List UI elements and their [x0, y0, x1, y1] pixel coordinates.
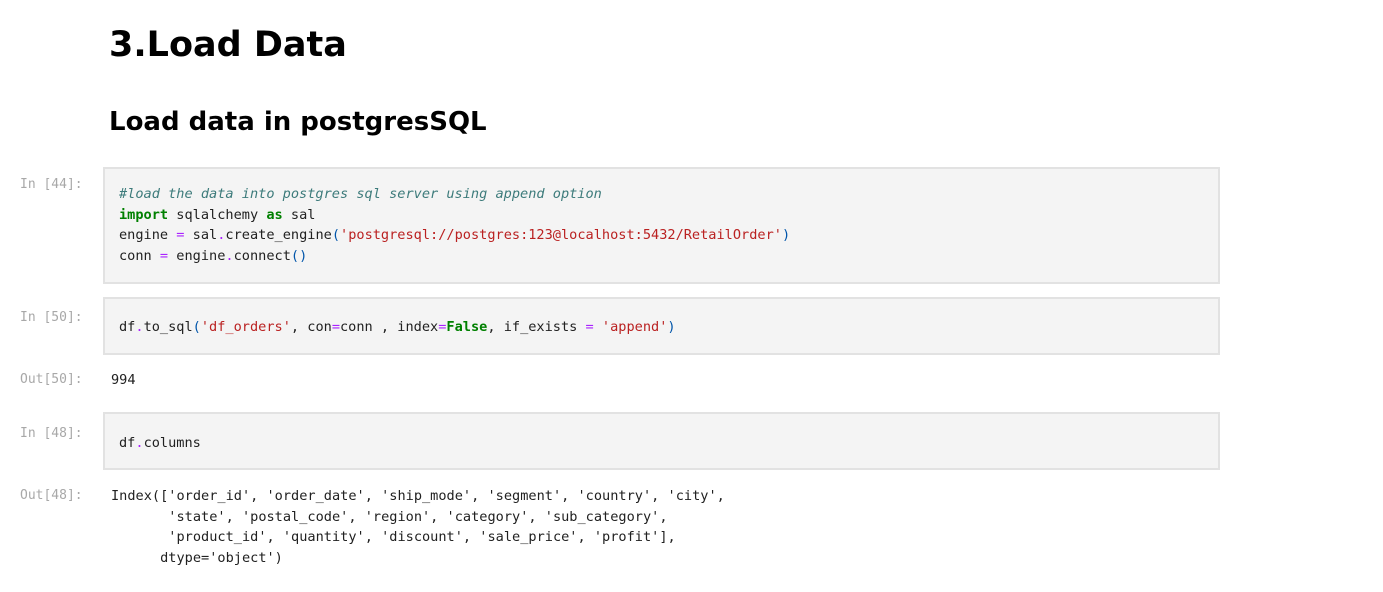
- code-token: , if_exists: [487, 319, 586, 335]
- code-cell-44[interactable]: #load the data into postgres sql server …: [103, 167, 1220, 284]
- keyword: import: [119, 206, 169, 223]
- code-token: sqlalchemy: [168, 206, 267, 223]
- code-token: conn , index: [340, 319, 439, 335]
- keyword: as: [266, 206, 283, 223]
- code-editor[interactable]: #load the data into postgres sql server …: [119, 184, 790, 266]
- input-prompt-50: In [50]:: [20, 310, 83, 325]
- paren: (: [192, 319, 201, 335]
- string-literal: 'df_orders': [200, 319, 291, 335]
- keyword: False: [446, 319, 488, 335]
- code-token: columns: [143, 435, 201, 451]
- paren: (: [331, 227, 341, 243]
- operator: =: [159, 247, 169, 264]
- paren: ): [667, 319, 676, 335]
- operator: .: [225, 247, 234, 264]
- code-comment: #load the data into postgres sql server …: [119, 186, 602, 202]
- code-token: create_engine: [225, 227, 332, 243]
- output-prompt-50: Out[50]:: [20, 372, 83, 387]
- input-prompt-44: In [44]:: [20, 177, 83, 192]
- code-token: sal: [282, 206, 316, 223]
- code-token: df: [119, 319, 136, 335]
- code-token: conn: [119, 247, 160, 264]
- code-cell-50[interactable]: df.to_sql('df_orders', con=conn , index=…: [103, 297, 1220, 355]
- code-token: connect: [233, 247, 291, 264]
- output-prompt-48: Out[48]:: [20, 488, 83, 503]
- cell-output-50: 994: [111, 372, 136, 388]
- operator: =: [585, 319, 594, 335]
- input-prompt-48: In [48]:: [20, 426, 83, 441]
- code-token: sal: [184, 227, 218, 243]
- section-heading: 3.Load Data: [109, 25, 347, 65]
- code-cell-48[interactable]: df.columns: [103, 412, 1220, 470]
- operator: =: [331, 319, 340, 335]
- code-token: df: [119, 435, 136, 451]
- code-token: to_sql: [143, 319, 193, 335]
- subsection-heading: Load data in postgresSQL: [109, 107, 487, 137]
- operator: .: [135, 435, 144, 451]
- code-token: engine: [168, 247, 226, 264]
- code-token: engine: [119, 227, 177, 243]
- paren: (): [290, 247, 308, 264]
- operator: .: [135, 319, 144, 335]
- code-token: , con: [290, 319, 332, 335]
- code-editor[interactable]: df.to_sql('df_orders', con=conn , index=…: [119, 317, 676, 338]
- cell-output-48: Index(['order_id', 'order_date', 'ship_m…: [111, 488, 725, 566]
- string-literal: 'postgresql://postgres:123@localhost:543…: [340, 227, 782, 243]
- string-literal: 'append': [601, 319, 668, 335]
- code-editor[interactable]: df.columns: [119, 433, 201, 454]
- paren: ): [781, 227, 791, 243]
